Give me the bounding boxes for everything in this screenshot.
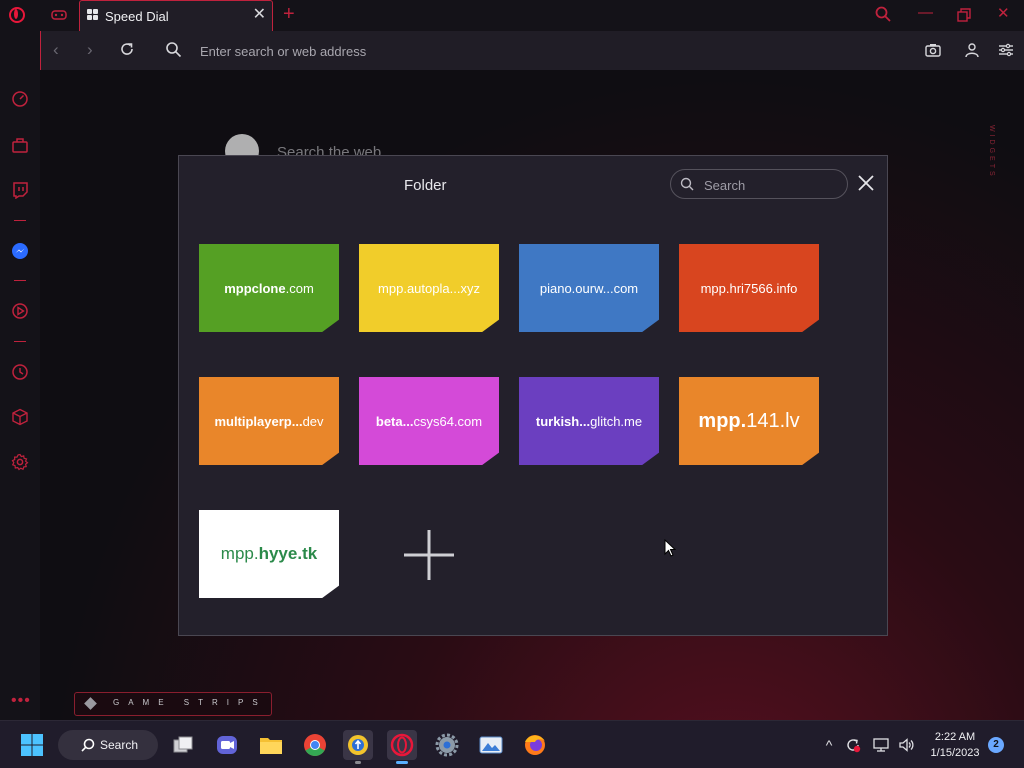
windows-start-icon[interactable] (21, 734, 43, 756)
reload-button[interactable] (118, 40, 136, 58)
network-icon[interactable] (873, 737, 889, 753)
speed-dial-grid-icon (87, 9, 99, 21)
notification-badge[interactable]: 2 (988, 737, 1004, 753)
tile-label: turkish...glitch.me (535, 413, 643, 429)
folder-search-input[interactable] (702, 176, 841, 194)
opera-gx-taskbar-item[interactable] (387, 730, 417, 764)
opera-menu-icon[interactable] (9, 7, 25, 23)
game-strips-icon (84, 697, 97, 710)
tab-strip: Speed Dial ✕ + — ✕ (0, 0, 1024, 31)
restore-button[interactable] (957, 8, 971, 22)
search-icon (81, 738, 95, 752)
mouse-cursor-icon (664, 539, 676, 557)
speed-dial-tile[interactable]: piano.ourw...com (519, 244, 659, 332)
speed-dial-tile[interactable]: turkish...glitch.me (519, 377, 659, 465)
history-clock-icon[interactable] (11, 363, 29, 381)
tab-title: Speed Dial (105, 9, 169, 24)
gx-corner-icon[interactable] (51, 9, 67, 21)
tile-label: beta...csys64.com (375, 413, 483, 429)
game-strips-label: GAME STRIPS (113, 698, 267, 707)
opera-gx-icon (390, 733, 414, 757)
tile-label: mpp.hyye.tk (220, 544, 318, 563)
folder-search-box[interactable] (670, 169, 848, 199)
sidebar-more-icon[interactable]: ••• (11, 692, 31, 710)
sync-error-icon[interactable] (845, 737, 861, 753)
speed-dial-tile[interactable]: multiplayerp...dev (199, 377, 339, 465)
game-strips-bar[interactable]: GAME STRIPS (74, 692, 272, 716)
sidebar-divider (14, 220, 26, 221)
tab-close-icon[interactable]: ✕ (253, 7, 266, 23)
tab-speed-dial[interactable]: Speed Dial ✕ (79, 0, 273, 31)
clock-date: 1/15/2023 (930, 747, 980, 759)
settings-gear-icon[interactable] (432, 730, 462, 760)
search-icon (680, 177, 694, 191)
firefox-icon[interactable] (520, 730, 550, 760)
add-site-button[interactable] (401, 527, 457, 583)
tile-label: mpp.autopla...xyz (378, 280, 480, 296)
speed-dial-tile[interactable]: mpp.hyye.tk (199, 510, 339, 598)
opera-browser-icon (348, 735, 368, 755)
windows-taskbar: Search ^ 2:22 AM 1/15/2023 2 (0, 720, 1024, 768)
tile-label: mppclone.com (224, 280, 314, 296)
sidebar: ••• (0, 31, 40, 720)
tile-label: mpp.hri7566.info (700, 280, 798, 296)
speed-dial-tile[interactable]: beta...csys64.com (359, 377, 499, 465)
widgets-label[interactable]: WIDGETS (985, 125, 995, 179)
show-hidden-icons-chevron-up-icon[interactable]: ^ (821, 737, 837, 753)
gx-control-icon[interactable] (11, 90, 29, 108)
tile-label: mpp.141.lv (698, 409, 800, 432)
folder-title[interactable]: Folder (404, 177, 449, 194)
extensions-cube-icon[interactable] (11, 408, 29, 426)
photos-app-icon[interactable] (476, 730, 506, 760)
speed-dial-tile[interactable]: mpp.hri7566.info (679, 244, 819, 332)
player-icon[interactable] (11, 302, 29, 320)
active-indicator (396, 761, 408, 764)
settings-gear-icon[interactable] (11, 453, 29, 471)
teams-chat-icon[interactable] (212, 730, 242, 760)
address-input[interactable] (198, 40, 702, 62)
easy-setup-icon[interactable] (998, 42, 1014, 58)
speed-dial-tile[interactable]: mpp.141.lv (679, 377, 819, 465)
running-indicator (355, 761, 361, 764)
opera-browser-taskbar-item[interactable] (343, 730, 373, 764)
taskbar-search-button[interactable]: Search (58, 730, 158, 760)
volume-speaker-icon[interactable] (898, 737, 914, 753)
close-window-button[interactable]: ✕ (997, 4, 1010, 22)
forward-button[interactable]: › (87, 40, 93, 60)
folder-dialog: Folder mppclone.com mpp.autopla...xyz pi… (178, 155, 888, 636)
sidebar-divider (14, 341, 26, 342)
twitch-icon[interactable] (11, 181, 29, 199)
tile-label: piano.ourw...com (539, 280, 639, 296)
chrome-icon[interactable] (300, 730, 330, 760)
speed-dial-tile[interactable]: mppclone.com (199, 244, 339, 332)
task-view-icon[interactable] (168, 730, 198, 760)
address-bar: ‹ › (40, 31, 1024, 70)
tile-label: multiplayerp...dev (214, 413, 324, 429)
account-icon[interactable] (964, 42, 980, 58)
address-search-icon (166, 42, 182, 58)
clock-time: 2:22 AM (934, 731, 976, 743)
messenger-icon[interactable] (11, 242, 29, 260)
sidebar-divider (14, 280, 26, 281)
taskbar-clock[interactable]: 2:22 AM 1/15/2023 (920, 729, 990, 761)
speed-dial-tile[interactable]: mpp.autopla...xyz (359, 244, 499, 332)
snapshot-camera-icon[interactable] (925, 42, 941, 58)
file-explorer-icon[interactable] (256, 730, 286, 760)
back-button[interactable]: ‹ (53, 40, 59, 60)
taskbar-search-label: Search (100, 738, 139, 752)
hot-tabs-killer-icon[interactable] (11, 136, 29, 154)
close-icon[interactable] (856, 173, 876, 193)
new-tab-button[interactable]: + (283, 4, 295, 24)
minimize-button[interactable]: — (918, 4, 933, 21)
tab-search-icon[interactable] (875, 6, 891, 22)
